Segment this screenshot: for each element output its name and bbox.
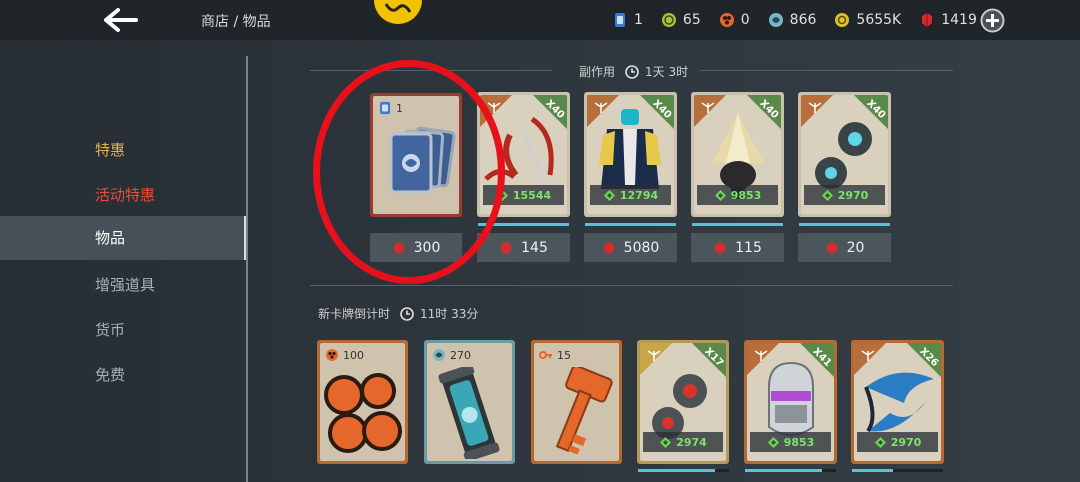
clock-icon — [625, 64, 639, 79]
power-icon — [603, 189, 615, 201]
sidebar-divider — [246, 56, 248, 482]
power-icon — [496, 189, 508, 201]
ruby-icon — [715, 241, 726, 254]
sidebar-item-items[interactable]: 物品 — [0, 216, 248, 260]
item-progress-bar — [638, 469, 729, 472]
blue-orb-icon — [768, 13, 783, 27]
sidebar-item-free[interactable]: 免费 — [0, 353, 246, 397]
item-progress-bar — [799, 223, 890, 226]
shop-card-deck[interactable]: 1 — [370, 93, 462, 217]
sidebar: 特惠 活动特惠 物品 增强道具 货币 免费 — [0, 40, 248, 482]
quantity-badge: X41 — [800, 343, 834, 377]
shop-card-helmet[interactable]: X41 9853 — [744, 340, 837, 464]
power-stat: 9853 — [750, 432, 831, 452]
power-stat: 15544 — [483, 185, 564, 205]
quantity-badge: X26 — [907, 343, 941, 377]
item-progress-bar — [585, 223, 676, 226]
item-count: 1 — [378, 101, 403, 115]
shop-card-orbs[interactable]: X40 2970 — [798, 92, 891, 217]
quantity-badge: X40 — [533, 95, 567, 129]
section-divider — [310, 70, 552, 71]
currency-gold-coin: 5655K — [834, 12, 901, 28]
quantity-badge: X40 — [854, 95, 888, 129]
ruby-icon — [826, 241, 837, 254]
item-progress-bar — [852, 469, 943, 472]
shop-card-scythe[interactable]: X40 15544 — [477, 92, 570, 217]
power-stat: 9853 — [697, 185, 778, 205]
ruby-icon — [501, 241, 512, 254]
seal-coins-image — [324, 373, 402, 453]
orange-seal-icon — [326, 349, 338, 361]
plus-icon — [980, 8, 1005, 33]
item-progress-bar — [745, 469, 836, 472]
currency-cards: 1 — [612, 12, 643, 28]
power-stat: 12794 — [590, 185, 671, 205]
power-stat: 2970 — [857, 432, 938, 452]
shop-card-orbs[interactable]: X17 2974 — [637, 340, 729, 464]
currency-orange-seal: 0 — [719, 12, 750, 28]
ruby-icon — [393, 241, 404, 254]
sidebar-item-currency[interactable]: 货币 — [0, 308, 246, 352]
ruby-icon — [922, 13, 933, 27]
currency-green-coin: 65 — [661, 12, 701, 28]
back-arrow-icon[interactable] — [100, 6, 140, 34]
game-logo — [372, 0, 424, 24]
card-icon — [615, 13, 625, 27]
buy-button[interactable]: 115 — [691, 233, 784, 262]
quantity-badge: X17 — [692, 343, 726, 377]
item-progress-bar — [692, 223, 783, 226]
shop-card-key[interactable]: 15 — [531, 340, 622, 464]
power-stat: 2974 — [643, 432, 723, 452]
top-bar: 商店 / 物品 1 65 0 866 5655K 1419 — [0, 0, 1080, 40]
section-divider — [700, 70, 953, 71]
power-icon — [821, 189, 833, 201]
gold-coin-icon — [835, 13, 850, 27]
currency-ruby: 1419 — [919, 12, 977, 28]
energy-capsule-image — [438, 367, 500, 459]
quantity-badge: X40 — [747, 95, 781, 129]
clock-icon — [400, 306, 414, 321]
buy-button[interactable]: 300 — [370, 233, 462, 262]
buy-button[interactable]: 145 — [477, 233, 570, 262]
item-count: 100 — [325, 348, 364, 362]
item-count: 270 — [432, 348, 471, 362]
orange-seal-icon — [719, 13, 734, 27]
add-currency-button[interactable] — [980, 8, 1005, 33]
green-coin-icon — [661, 13, 676, 27]
shop-card-hat[interactable]: X40 9853 — [691, 92, 784, 217]
power-stat: 2970 — [804, 185, 885, 205]
card-icon — [380, 102, 390, 114]
item-count: 15 — [539, 348, 571, 362]
section-new-cards-header: 新卡牌倒计时 11时 33分 — [318, 306, 479, 321]
power-icon — [714, 189, 726, 201]
power-icon — [767, 436, 779, 448]
sidebar-item-boosts[interactable]: 增强道具 — [0, 263, 246, 307]
currency-bar: 1 65 0 866 5655K 1419 — [612, 8, 995, 32]
shop-card-emblem[interactable]: X26 2970 — [851, 340, 944, 464]
power-icon — [874, 436, 886, 448]
item-progress-bar — [478, 223, 569, 226]
key-image — [555, 367, 613, 455]
sidebar-item-deals[interactable]: 特惠 — [0, 128, 246, 172]
buy-button[interactable]: 20 — [798, 233, 891, 262]
shop-card-seals[interactable]: 100 — [317, 340, 408, 464]
sidebar-item-event-deals[interactable]: 活动特惠 — [0, 173, 246, 217]
card-deck-image — [389, 126, 456, 194]
section-divider — [310, 285, 953, 286]
power-icon — [660, 436, 672, 448]
currency-blue-orb: 866 — [768, 12, 816, 28]
breadcrumb: 商店 / 物品 — [201, 14, 271, 30]
buy-button[interactable]: 5080 — [584, 233, 677, 262]
quantity-badge: X40 — [640, 95, 674, 129]
blue-orb-icon — [433, 349, 445, 361]
key-icon — [539, 351, 552, 359]
shop-card-armor[interactable]: X40 12794 — [584, 92, 677, 217]
section-side-effects-header: 副作用 1天 3时 — [579, 64, 689, 79]
ruby-icon — [603, 241, 614, 254]
shop-card-capsule[interactable]: 270 — [424, 340, 515, 464]
